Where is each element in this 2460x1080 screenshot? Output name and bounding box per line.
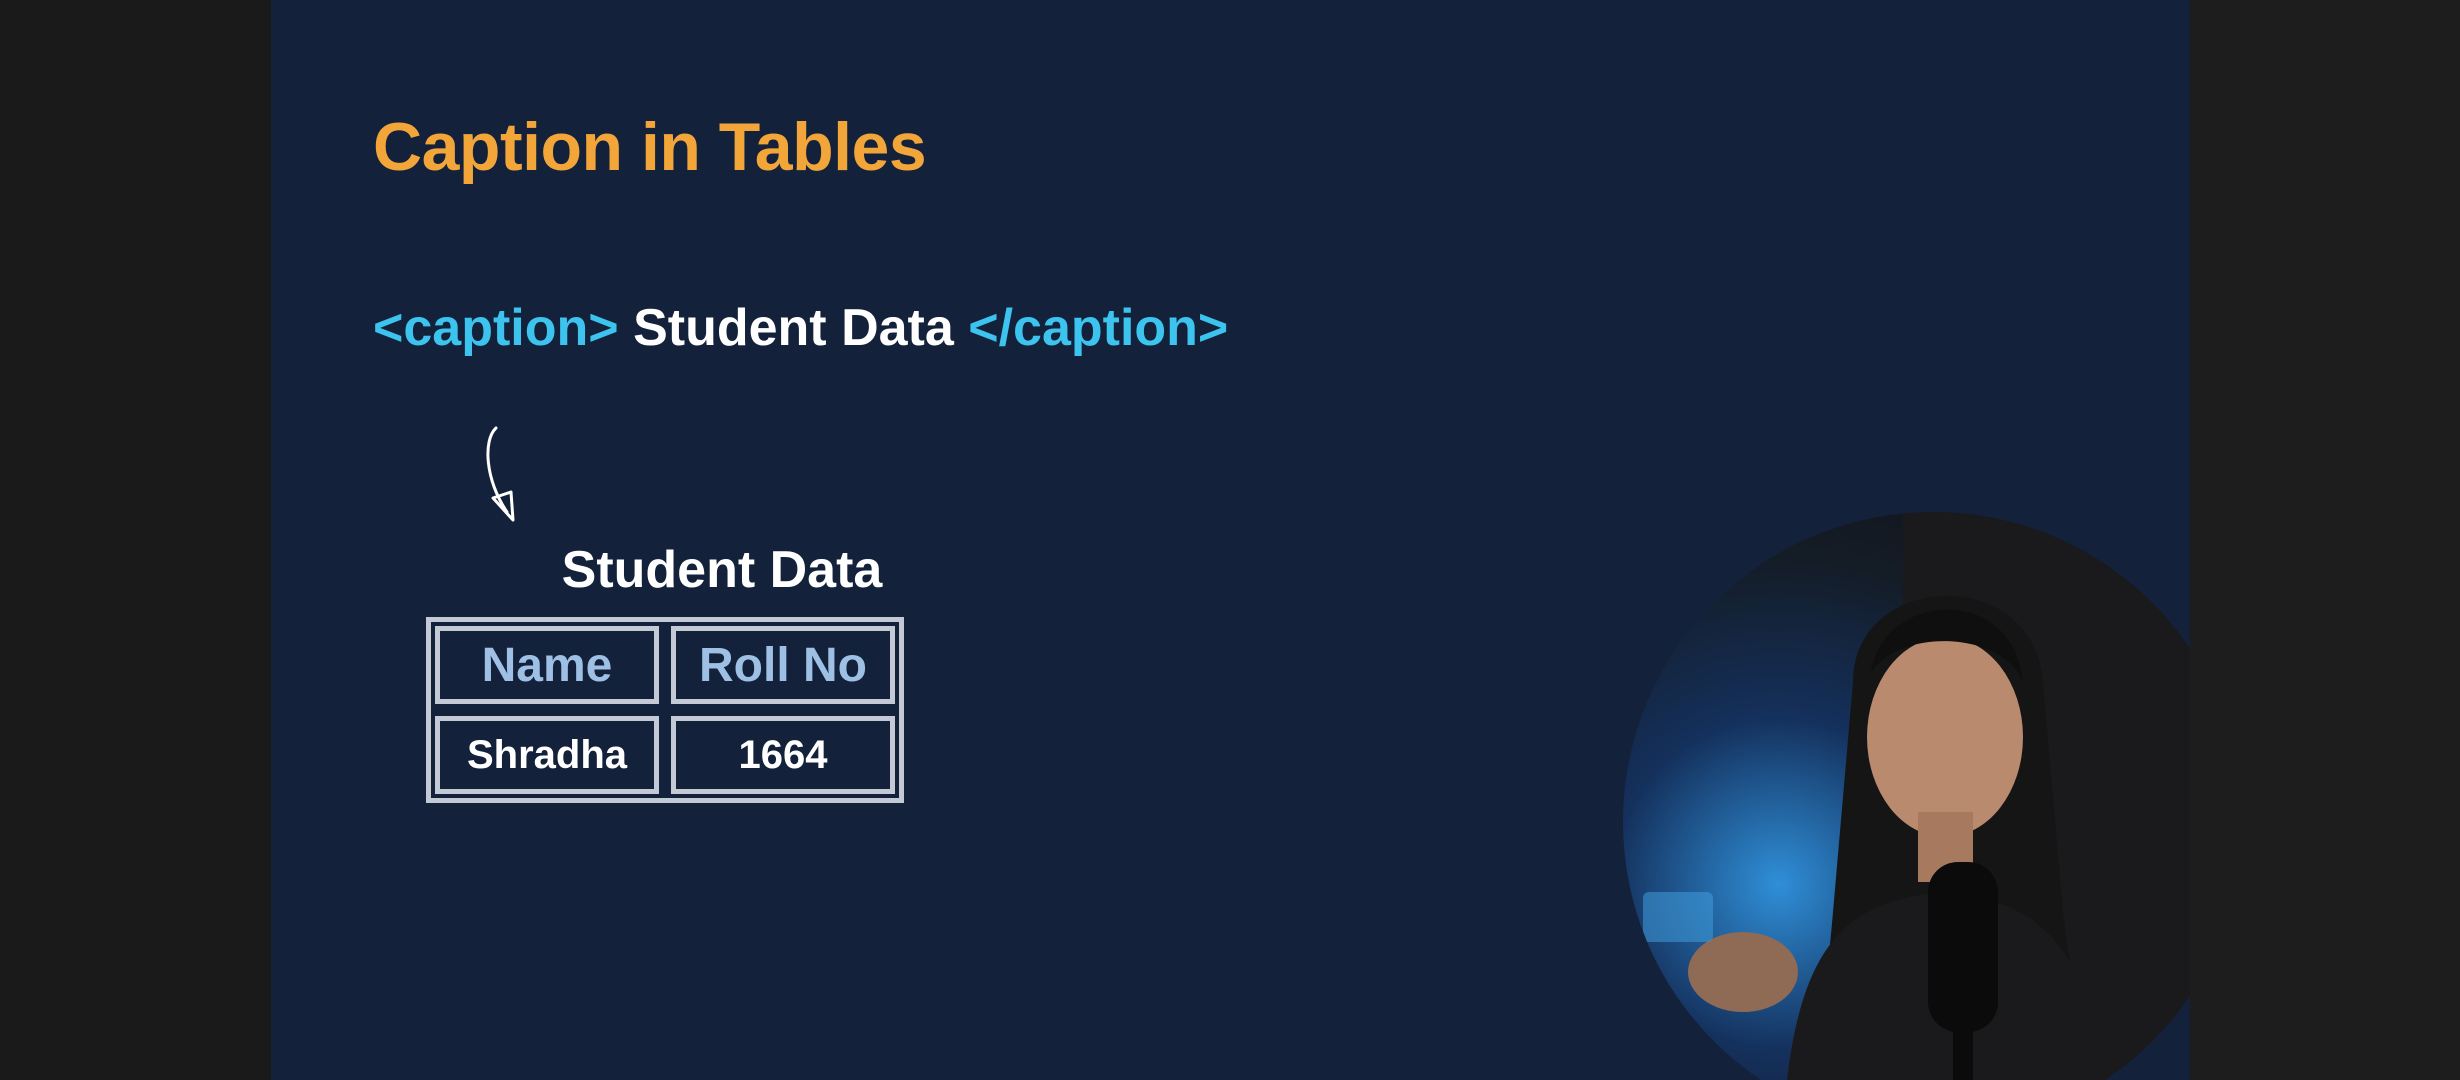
table-cell-roll-no: 1664 — [671, 716, 895, 794]
slide: Caption in Tables <caption> Student Data… — [271, 0, 2190, 1080]
table-header-roll-no: Roll No — [671, 626, 895, 704]
right-letterbox — [2190, 0, 2460, 1080]
presenter-webcam — [1623, 512, 2190, 1080]
code-text: Student Data — [618, 299, 969, 357]
left-letterbox — [0, 0, 271, 1080]
table-cell-name: Shradha — [435, 716, 659, 794]
code-example: <caption> Student Data </caption> — [373, 298, 1228, 358]
table-header-name: Name — [435, 626, 659, 704]
student-table: Name Roll No Shradha 1664 — [426, 617, 904, 803]
presenter-silhouette — [1643, 512, 2190, 1080]
hand-drawn-arrow-icon — [486, 426, 515, 522]
code-close-tag: </caption> — [968, 299, 1229, 357]
code-open-tag: <caption> — [373, 299, 619, 357]
slide-title: Caption in Tables — [373, 109, 927, 185]
table-caption: Student Data — [561, 541, 883, 599]
